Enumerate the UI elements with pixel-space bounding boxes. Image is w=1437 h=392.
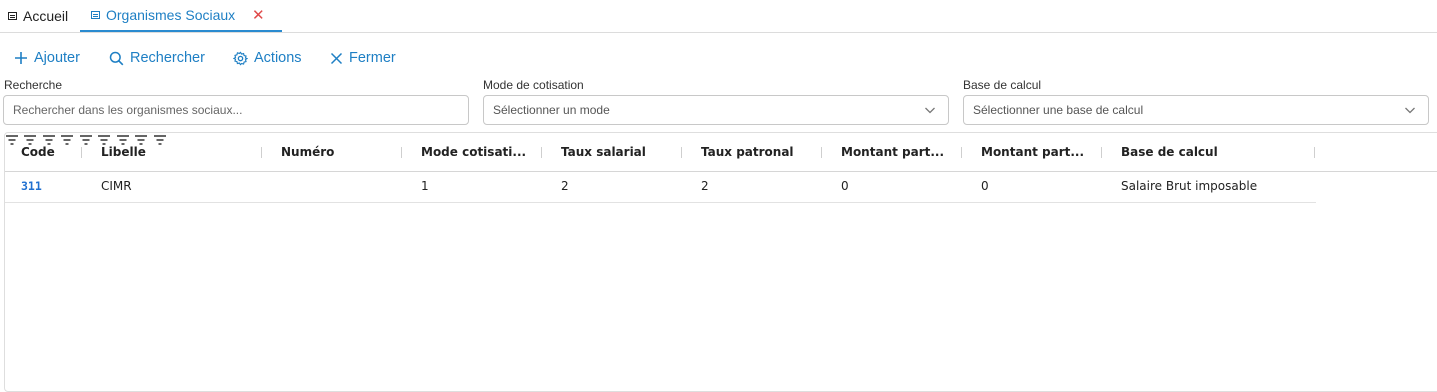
base-field-label: Base de calcul bbox=[963, 78, 1042, 92]
column-separator[interactable] bbox=[81, 147, 82, 158]
column-header-taux-salarial[interactable]: Taux salarial bbox=[561, 133, 646, 171]
cell-base-calcul: Salaire Brut imposable bbox=[1121, 179, 1258, 193]
chevron-down-icon bbox=[1405, 107, 1415, 114]
search-field-label: Recherche bbox=[4, 78, 63, 92]
column-header-taux-patronal[interactable]: Taux patronal bbox=[701, 133, 794, 171]
data-grid: Code Libelle Numéro Mode cotisati... Tau… bbox=[4, 132, 1437, 392]
search-field bbox=[3, 95, 469, 125]
column-separator[interactable] bbox=[261, 147, 262, 158]
mode-select-value: Sélectionner un mode bbox=[493, 103, 610, 117]
cell-taux-salarial: 2 bbox=[561, 179, 569, 193]
tab-organismes-label: Organismes Sociaux bbox=[106, 7, 236, 23]
close-icon bbox=[330, 52, 343, 64]
tab-accueil-label: Accueil bbox=[23, 7, 69, 24]
table-icon bbox=[8, 11, 17, 20]
filter-icon[interactable] bbox=[5, 134, 19, 146]
chevron-down-icon bbox=[925, 107, 935, 114]
column-separator[interactable] bbox=[681, 147, 682, 158]
table-icon bbox=[91, 11, 100, 19]
add-button-label: Ajouter bbox=[34, 50, 80, 66]
close-button[interactable]: Fermer bbox=[330, 48, 396, 68]
close-button-label: Fermer bbox=[349, 50, 396, 66]
plus-icon bbox=[15, 52, 27, 64]
column-header-libelle[interactable]: Libelle bbox=[101, 133, 146, 171]
filter-icon[interactable] bbox=[153, 134, 167, 146]
column-header-code[interactable]: Code bbox=[21, 133, 55, 171]
search-icon bbox=[109, 51, 124, 65]
filter-icon[interactable] bbox=[60, 134, 74, 146]
table-header: Code Libelle Numéro Mode cotisati... Tau… bbox=[5, 133, 1437, 172]
search-button[interactable]: Rechercher bbox=[109, 48, 205, 68]
tab-accueil[interactable]: Accueil bbox=[8, 0, 68, 31]
actions-button[interactable]: Actions bbox=[233, 48, 302, 68]
base-select-value: Sélectionner une base de calcul bbox=[973, 103, 1144, 117]
cell-libelle: CIMR bbox=[101, 179, 132, 193]
cell-montant-part-1: 0 bbox=[841, 179, 849, 193]
column-header-base-calcul[interactable]: Base de calcul bbox=[1121, 133, 1218, 171]
column-separator[interactable] bbox=[541, 147, 542, 158]
cell-montant-part-2: 0 bbox=[981, 179, 989, 193]
column-header-montant-part-2[interactable]: Montant part... bbox=[981, 133, 1084, 171]
gear-icon bbox=[233, 51, 248, 65]
add-button[interactable]: Ajouter bbox=[14, 48, 80, 68]
cell-mode-cotisation: 1 bbox=[421, 179, 429, 193]
column-separator[interactable] bbox=[1314, 147, 1315, 158]
search-input[interactable] bbox=[4, 96, 468, 124]
filter-icon[interactable] bbox=[79, 134, 93, 146]
base-select[interactable]: Sélectionner une base de calcul bbox=[963, 95, 1429, 125]
mode-field-label: Mode de cotisation bbox=[483, 78, 584, 92]
column-header-mode-cotisation[interactable]: Mode cotisati... bbox=[421, 133, 526, 171]
actions-button-label: Actions bbox=[254, 50, 302, 66]
column-header-numero[interactable]: Numéro bbox=[281, 133, 334, 171]
tab-organismes-sociaux[interactable]: Organismes Sociaux ✕ bbox=[80, 0, 282, 32]
column-separator[interactable] bbox=[961, 147, 962, 158]
search-button-label: Rechercher bbox=[130, 50, 205, 66]
column-separator[interactable] bbox=[821, 147, 822, 158]
column-separator[interactable] bbox=[1101, 147, 1102, 158]
column-separator[interactable] bbox=[401, 147, 402, 158]
close-icon[interactable]: ✕ bbox=[252, 0, 265, 31]
table-row[interactable]: 311 CIMR 1 2 2 0 0 Salaire Brut imposabl… bbox=[5, 171, 1316, 203]
tab-bar: Accueil Organismes Sociaux ✕ bbox=[0, 0, 1437, 33]
cell-taux-patronal: 2 bbox=[701, 179, 709, 193]
column-header-montant-part-1[interactable]: Montant part... bbox=[841, 133, 944, 171]
cell-code[interactable]: 311 bbox=[21, 171, 42, 202]
mode-select[interactable]: Sélectionner un mode bbox=[483, 95, 949, 125]
